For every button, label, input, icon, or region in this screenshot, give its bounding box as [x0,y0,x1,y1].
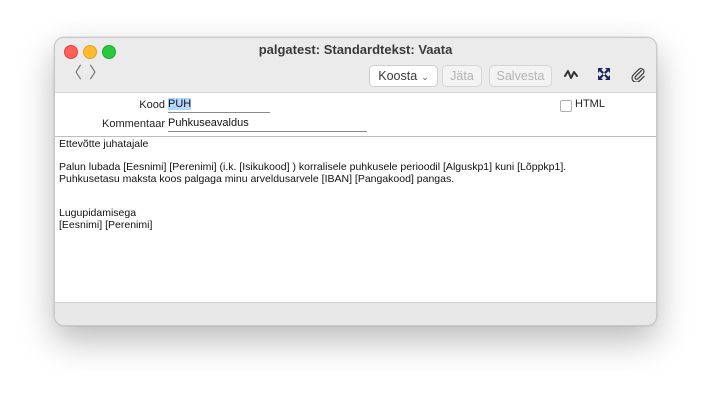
editor-line: Lugupidamisega [59,207,137,219]
koosta-label: Koosta [378,69,418,83]
editor-line: Palun lubada [Eesnimi] [Perenimi] (i.k. … [59,161,567,173]
chevron-down-icon: ⌄ [421,72,429,82]
header-form: Kood PUH Kommentaar Puhkuseavaldus HTML [55,93,656,137]
koosta-dropdown-button[interactable]: Koosta ⌄ [369,65,438,87]
text-editor[interactable]: Ettevõtte juhatajale Palun lubada [Eesni… [55,137,656,302]
paperclip-icon[interactable] [630,66,646,87]
status-bar [55,302,656,325]
kommentaar-field[interactable]: Puhkuseavaldus [168,117,367,132]
window-title: palgatest: Standardtekst: Vaata [258,42,453,57]
html-checkbox[interactable] [560,100,572,112]
editor-line: Puhkusetasu maksta koos palgaga minu arv… [59,172,455,185]
expand-icon[interactable] [596,66,612,87]
kood-label: Kood [139,99,165,111]
activity-icon[interactable] [563,66,579,87]
kood-value: PUH [168,98,192,110]
salvesta-button[interactable]: Salvesta [489,65,552,87]
editor-content: Ettevõtte juhatajale Palun lubada [Eesni… [59,138,567,231]
html-label: HTML [575,98,605,110]
kood-field[interactable]: PUH [168,98,270,113]
titlebar: palgatest: Standardtekst: Vaata 〈 〉 Koos… [55,38,656,93]
editor-line: Ettevõtte juhatajale [59,138,149,150]
document-window: palgatest: Standardtekst: Vaata 〈 〉 Koos… [54,37,657,326]
jata-button[interactable]: Jäta [442,65,482,87]
editor-line: [Eesnimi] [Perenimi] [59,218,153,231]
forward-button[interactable]: 〉 [89,64,105,84]
back-button[interactable]: 〈 [66,64,82,84]
kommentaar-label: Kommentaar [102,118,165,130]
editor-line [59,185,566,197]
